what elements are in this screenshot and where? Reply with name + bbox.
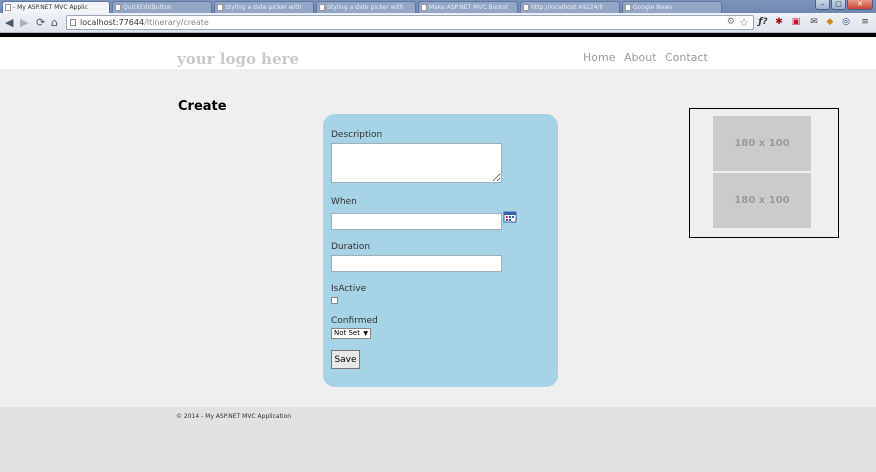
- page-icon: [421, 4, 427, 11]
- address-bar[interactable]: localhost:77644/Itinerary/create ⚙ ☆: [66, 15, 754, 30]
- maximize-button[interactable]: □: [831, 0, 846, 10]
- forward-icon[interactable]: ▶: [20, 16, 28, 29]
- mail-extension-icon[interactable]: ✉: [808, 16, 820, 28]
- bookmark-star-icon[interactable]: ☆: [739, 16, 749, 29]
- tab-label: Google News: [633, 4, 673, 11]
- page-icon: [5, 4, 11, 11]
- confirmed-label: Confirmed: [331, 316, 378, 326]
- confirmed-select[interactable]: Not Set ▼: [331, 328, 371, 339]
- calendar-icon[interactable]: [503, 210, 517, 223]
- url-path: /Itinerary/create: [144, 18, 209, 27]
- browser-titlebar: - My ASP.NET MVC Applic QuickEditButton …: [0, 0, 876, 13]
- page-title: Create: [178, 99, 227, 114]
- page-icon: [523, 4, 529, 11]
- tab-label: - My ASP.NET MVC Applic: [13, 4, 88, 11]
- browser-toolbar: ◀ ▶ ⟳ ⌂ localhost:77644/Itinerary/create…: [0, 13, 876, 33]
- red-extension-icon[interactable]: ▣: [790, 16, 802, 28]
- site-logo[interactable]: your logo here: [177, 50, 299, 68]
- browser-tab[interactable]: Make ASP.NET MVC Bootst: [418, 1, 518, 13]
- bug-extension-icon[interactable]: ✱: [773, 16, 785, 28]
- browser-tab[interactable]: Styling a date picker with: [214, 1, 314, 13]
- chevron-down-icon: ▼: [363, 330, 368, 337]
- home-icon[interactable]: ⌂: [51, 16, 58, 29]
- reload-icon[interactable]: ⟳: [36, 16, 45, 29]
- ad-placeholder[interactable]: 180 x 100: [713, 116, 811, 171]
- back-icon[interactable]: ◀: [5, 16, 13, 29]
- circle-extension-icon[interactable]: ◎: [840, 16, 852, 28]
- nav-link-home[interactable]: Home: [583, 51, 615, 64]
- url-host: localhost:77644: [80, 18, 145, 27]
- nav-link-about[interactable]: About: [624, 51, 657, 64]
- isactive-label: IsActive: [331, 284, 367, 294]
- address-url[interactable]: localhost:77644/Itinerary/create: [80, 18, 209, 27]
- page-icon: [115, 4, 121, 11]
- window-controls: – □ ✕: [815, 0, 873, 10]
- confirmed-selected-value: Not Set: [334, 329, 360, 337]
- browser-tab[interactable]: Styling a date picker with: [316, 1, 416, 13]
- firebug-extension-icon[interactable]: ƒ?: [757, 16, 769, 28]
- description-textarea[interactable]: [331, 143, 502, 183]
- tab-label: Styling a date picker with: [327, 4, 404, 11]
- nav-link-contact[interactable]: Contact: [665, 51, 708, 64]
- tab-label: QuickEditButton: [123, 4, 172, 11]
- description-label: Description: [331, 130, 383, 140]
- browser-tab[interactable]: QuickEditButton: [112, 1, 212, 13]
- save-button[interactable]: Save: [331, 350, 360, 369]
- isactive-checkbox[interactable]: [331, 297, 338, 304]
- tab-label: Make ASP.NET MVC Bootst: [429, 4, 508, 11]
- ad-placeholder[interactable]: 180 x 100: [713, 173, 811, 228]
- close-window-button[interactable]: ✕: [847, 0, 873, 10]
- page-action-icon[interactable]: ⚙: [727, 17, 735, 27]
- when-input[interactable]: [331, 213, 502, 230]
- page-icon: [70, 19, 76, 26]
- tab-label: Styling a date picker with: [225, 4, 302, 11]
- page-icon: [319, 4, 325, 11]
- duration-input[interactable]: [331, 255, 502, 272]
- color-extension-icon[interactable]: ◆: [824, 16, 836, 28]
- browser-tab[interactable]: Google News: [622, 1, 722, 13]
- site-header: [0, 37, 876, 69]
- footer-copyright: © 2014 - My ASP.NET MVC Application: [176, 413, 292, 420]
- when-label: When: [331, 197, 357, 207]
- page-icon: [217, 4, 223, 11]
- browser-tab-active[interactable]: - My ASP.NET MVC Applic: [2, 1, 110, 13]
- minimize-button[interactable]: –: [815, 0, 830, 10]
- tab-label: http://localhost:49224/li: [531, 4, 603, 11]
- browser-tab[interactable]: http://localhost:49224/li: [520, 1, 620, 13]
- page-icon: [625, 4, 631, 11]
- duration-label: Duration: [331, 242, 371, 252]
- menu-icon[interactable]: ≡: [859, 16, 871, 28]
